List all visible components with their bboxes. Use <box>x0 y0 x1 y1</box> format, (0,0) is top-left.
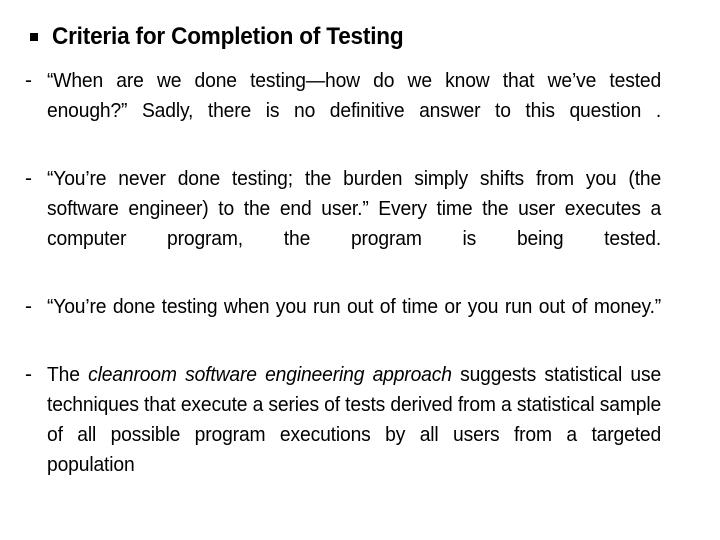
slide-heading: Criteria for Completion of Testing <box>30 22 690 52</box>
bullet-list: - “When are we done testing—how do we kn… <box>24 66 690 510</box>
list-item: - “You’re done testing when you run out … <box>24 292 690 352</box>
emphasis-text-run: cleanroom software engineering approach <box>88 364 452 386</box>
list-item: - The cleanroom software engineering app… <box>24 360 690 510</box>
dash-bullet-icon: - <box>25 363 32 386</box>
list-item-text: The cleanroom software engineering appro… <box>47 360 661 510</box>
square-bullet-icon <box>30 33 38 41</box>
dash-bullet-icon: - <box>25 69 32 92</box>
list-item-text: “When are we done testing—how do we know… <box>47 66 661 156</box>
page-title: Criteria for Completion of Testing <box>52 23 404 50</box>
dash-bullet-icon: - <box>25 167 32 190</box>
list-item: - “When are we done testing—how do we kn… <box>24 66 690 156</box>
list-item-text: “You’re never done testing; the burden s… <box>47 164 661 284</box>
dash-bullet-icon: - <box>25 295 32 318</box>
slide-canvas: Criteria for Completion of Testing - “Wh… <box>0 0 720 540</box>
text-run: “You’re never done testing; the burden s… <box>47 168 662 250</box>
list-item-text: “You’re done testing when you run out of… <box>47 292 661 352</box>
text-run: “When are we done testing—how do we know… <box>47 70 662 122</box>
list-item: - “You’re never done testing; the burden… <box>24 164 690 284</box>
text-run: The <box>47 364 89 386</box>
text-run: “You’re done testing when you run out of… <box>47 296 662 318</box>
